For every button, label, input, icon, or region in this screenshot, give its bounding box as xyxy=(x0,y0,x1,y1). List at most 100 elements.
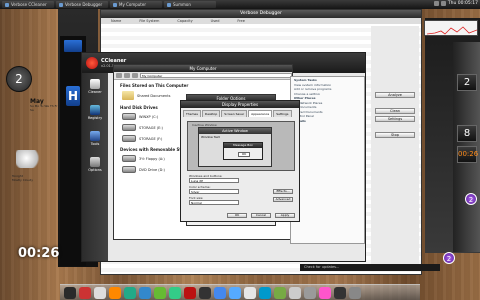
window-text: Window Text xyxy=(201,135,220,139)
ccleaner-sidebar: Cleaner Registry Tools Options xyxy=(82,73,108,261)
sidebar-item-tools[interactable]: Tools xyxy=(82,125,108,151)
analyze-button[interactable]: Analyze xyxy=(375,92,415,98)
system-tasks-panel: System Tasks View system information Add… xyxy=(290,76,365,244)
task-link[interactable]: Add or remove programs xyxy=(294,87,361,91)
skype-icon[interactable] xyxy=(259,286,271,299)
app-icon[interactable] xyxy=(334,286,346,299)
tray-clock[interactable]: Thu 00:05:17 xyxy=(448,1,478,6)
adobe-icon[interactable] xyxy=(184,286,196,299)
task-summon[interactable]: Summon xyxy=(164,1,216,8)
minute-tile: 8 xyxy=(457,125,477,142)
color-scheme-select[interactable]: Silver xyxy=(189,189,239,194)
registry-icon xyxy=(90,104,100,115)
time-tile: 00:26 xyxy=(457,146,478,163)
music-icon[interactable] xyxy=(319,286,331,299)
cloud-icon xyxy=(16,150,42,168)
weather-gadget: Tonight Mostly Cloudy xyxy=(10,150,60,210)
up-icon[interactable] xyxy=(132,73,138,78)
panel-heading: Details xyxy=(294,119,361,123)
volume-icon[interactable] xyxy=(440,1,446,6)
advanced-button[interactable]: Advanced xyxy=(273,197,293,202)
clean-button[interactable]: Clean xyxy=(375,108,415,114)
notification-badge-2[interactable]: 2 xyxy=(443,252,455,264)
blue-h-tile[interactable]: H xyxy=(66,86,80,106)
address-bar[interactable]: My Computer xyxy=(140,73,292,78)
sidebar-item-cleaner[interactable]: Cleaner xyxy=(82,73,108,99)
blue-app-tile[interactable] xyxy=(64,40,82,52)
tab-settings[interactable]: Settings xyxy=(273,110,292,117)
android-icon[interactable] xyxy=(154,286,166,299)
app-icon xyxy=(59,2,63,7)
network-icon[interactable] xyxy=(433,1,439,6)
font-size-select[interactable]: Normal xyxy=(189,200,239,205)
pictures-icon[interactable] xyxy=(229,286,241,299)
terminal-icon[interactable] xyxy=(199,286,211,299)
tab-themes[interactable]: Themes xyxy=(183,110,201,117)
display-properties-dialog: Display Properties Themes Desktop Screen… xyxy=(180,100,300,222)
finder-icon[interactable] xyxy=(64,286,76,299)
browser-icon[interactable] xyxy=(214,286,226,299)
appearance-preview: Inactive Window Active Window Window Tex… xyxy=(187,121,295,171)
place-link[interactable]: Shared Documents xyxy=(294,110,361,114)
item-label: WINXP (C:) xyxy=(139,114,159,119)
task-link[interactable]: Change a setting xyxy=(294,92,361,96)
toolbar: My Computer xyxy=(114,72,292,80)
sidebar-label: Tools xyxy=(90,141,100,146)
app-icon xyxy=(5,2,9,7)
action-panel: Analyze Clean Settings Stop xyxy=(371,26,419,264)
phone-icon[interactable] xyxy=(169,286,181,299)
mail-icon[interactable] xyxy=(139,286,151,299)
ok-button[interactable]: OK xyxy=(227,213,247,218)
tab-bar: Themes Desktop Screen Saver Appearance S… xyxy=(181,108,299,117)
effects-button[interactable]: Effects... xyxy=(273,189,293,194)
task-mycomputer[interactable]: My Computer xyxy=(110,1,162,8)
chat-icon[interactable] xyxy=(124,286,136,299)
place-link[interactable]: Control Panel xyxy=(294,114,361,118)
windows-style-select[interactable]: Luna XP xyxy=(189,178,239,183)
tab-desktop[interactable]: Desktop xyxy=(201,110,221,117)
task-ccleaner[interactable]: Verbose CCleaner xyxy=(2,1,54,8)
gear-icon xyxy=(90,156,100,167)
ccleaner-logo-icon xyxy=(86,57,98,69)
window-title[interactable]: Verbose Debugger xyxy=(101,10,421,18)
cancel-button[interactable]: Cancel xyxy=(251,213,271,218)
tab-appearance[interactable]: Appearance xyxy=(248,110,273,117)
firefox-icon[interactable] xyxy=(109,286,121,299)
sidebar-item-registry[interactable]: Registry xyxy=(82,99,108,125)
trash-icon[interactable] xyxy=(349,286,361,299)
hard-disk-icon xyxy=(122,135,136,142)
media-icon[interactable] xyxy=(79,286,91,299)
weather-line: Mostly Cloudy xyxy=(12,178,34,182)
utility-icon[interactable] xyxy=(274,286,286,299)
status-bar[interactable]: Check for updates... xyxy=(300,264,440,271)
document-icon[interactable] xyxy=(94,286,106,299)
folder-icon[interactable] xyxy=(304,286,316,299)
place-link[interactable]: My Network Places xyxy=(294,101,361,105)
tab-screen-saver[interactable]: Screen Saver xyxy=(221,110,248,117)
forward-icon[interactable] xyxy=(124,73,130,78)
sidebar-label: Options xyxy=(88,167,102,172)
calendar-icon[interactable] xyxy=(244,286,256,299)
settings-icon[interactable] xyxy=(289,286,301,299)
settings-button[interactable]: Settings xyxy=(375,116,415,122)
task-debugger[interactable]: Verbose Debugger xyxy=(56,1,108,8)
task-label: Verbose CCleaner xyxy=(11,2,47,7)
apply-button[interactable]: Apply xyxy=(275,213,295,218)
hard-disk-icon xyxy=(122,124,136,131)
folder-icon xyxy=(122,91,134,100)
window-title[interactable]: My Computer xyxy=(114,65,292,72)
calendar-gadget: May Su Mo Tu We Th Fr Sa xyxy=(30,98,62,132)
sidebar-item-options[interactable]: Options xyxy=(82,151,108,177)
panel-heading: System Tasks xyxy=(294,78,317,82)
stop-button[interactable]: Stop xyxy=(375,132,415,138)
message-box-title: Message Box xyxy=(224,143,262,148)
item-label: DVD Drive (D:) xyxy=(139,167,165,172)
notification-badge[interactable]: 2 xyxy=(465,193,477,205)
item-label: STORAGE (E:) xyxy=(139,125,163,130)
back-icon[interactable] xyxy=(116,73,122,78)
place-link[interactable]: My Documents xyxy=(294,105,361,109)
folder-icon xyxy=(113,2,117,7)
task-link[interactable]: View system information xyxy=(294,83,361,87)
task-label: Verbose Debugger xyxy=(65,2,103,7)
dialog-title[interactable]: Display Properties xyxy=(181,101,299,108)
